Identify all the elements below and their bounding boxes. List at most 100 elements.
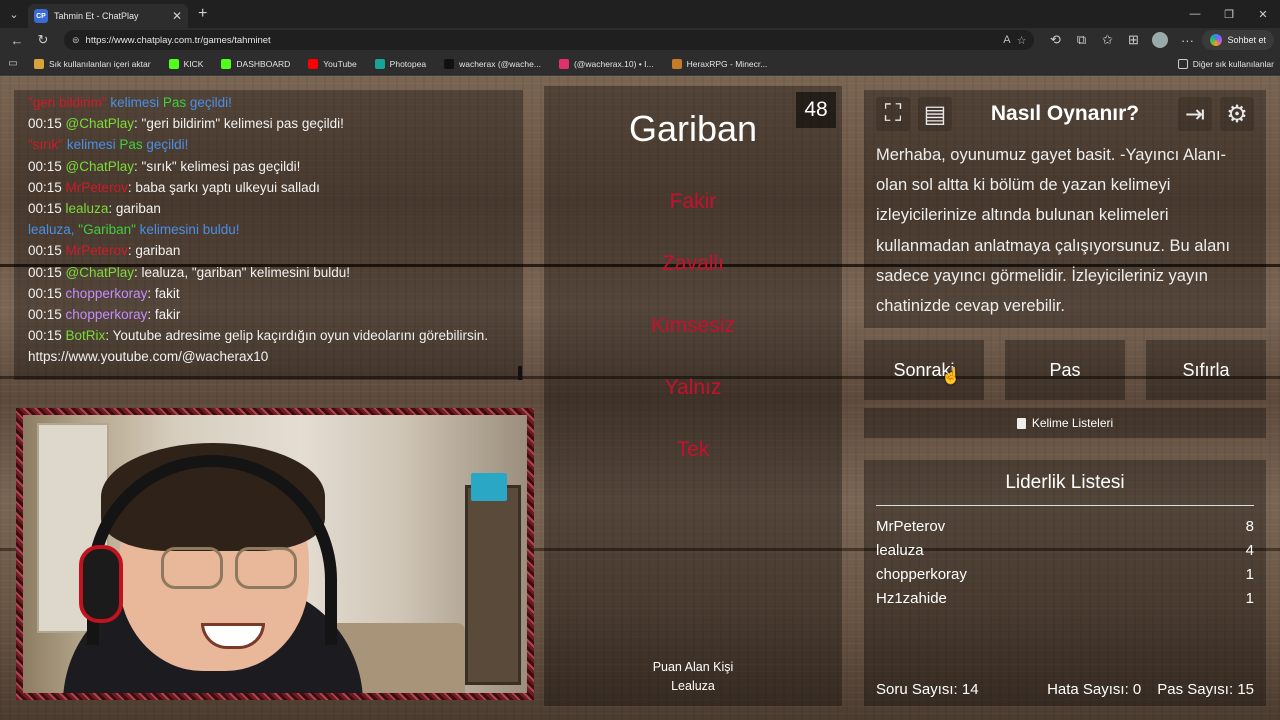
read-aloud-icon[interactable]: A xyxy=(1003,34,1010,46)
logout-icon[interactable]: ⇥ xyxy=(1178,97,1212,131)
more-menu-icon[interactable]: ··· xyxy=(1176,29,1198,51)
webcam-frame xyxy=(16,408,534,700)
fullscreen-icon[interactable]: ⛶ xyxy=(876,97,910,131)
youtube-icon xyxy=(308,58,319,69)
address-bar[interactable]: ⊜ https://www.chatplay.com.tr/games/tahm… xyxy=(64,30,1035,50)
copilot-button[interactable]: Sohbet et xyxy=(1202,30,1274,50)
document-icon[interactable]: ▤ xyxy=(918,97,952,131)
browser-toolbar: ← ↻ ⊜ https://www.chatplay.com.tr/games/… xyxy=(0,28,1280,52)
chat-segment: 00:15 xyxy=(28,307,66,323)
kick-icon xyxy=(221,58,232,69)
taboo-word: Zavallı xyxy=(662,252,724,275)
tiktok-icon xyxy=(444,58,455,69)
back-icon[interactable]: ← xyxy=(6,29,28,51)
bookmark-item[interactable]: wacherax (@wache... xyxy=(444,58,541,69)
folder-icon xyxy=(1177,58,1188,69)
chat-message: 00:15 MrPeterov: gariban xyxy=(28,240,509,261)
chat-segment: BotRix xyxy=(65,328,106,344)
bookmark-item[interactable]: YouTube xyxy=(308,58,357,69)
refresh-icon[interactable]: ↻ xyxy=(32,29,54,51)
new-tab-icon[interactable]: + xyxy=(198,5,207,23)
tab-list-icon[interactable]: ⌄ xyxy=(0,0,28,28)
herax-icon xyxy=(671,58,682,69)
favorite-star-icon[interactable]: ☆ xyxy=(1017,34,1027,47)
player-score: 1 xyxy=(1245,565,1254,583)
bookmarks-bar: ▭ Sık kullanılanları içeri aktar KICK DASH… xyxy=(0,52,1280,76)
chat-panel: "geri bildirim" kelimesi Pas geçildi! 00:… xyxy=(14,90,523,380)
bookmark-item[interactable]: Sık kullanılanları içeri aktar xyxy=(34,58,151,69)
bookmark-item[interactable]: (@wacherax.10) • I... xyxy=(558,58,654,69)
player-name: chopperkoray xyxy=(876,565,967,583)
player-score: 1 xyxy=(1245,589,1254,607)
chat-segment: Pas xyxy=(162,95,187,110)
scorer-name: Lealuza xyxy=(671,679,715,693)
extensions-icon[interactable]: ⟲ xyxy=(1044,29,1066,51)
error-count: Hata Sayısı: 0 xyxy=(1047,681,1142,698)
chat-segment: kelimesi xyxy=(106,95,163,110)
chat-segment: Pas xyxy=(119,137,143,153)
stats-right: Hata Sayısı: 0 Pas Sayısı: 15 xyxy=(1047,681,1254,698)
word-lists-label: Kelime Listeleri xyxy=(1031,416,1114,430)
browser-tab[interactable]: CP Tahmin Et - ChatPlay ✕ xyxy=(28,4,188,28)
leaderboard-title: Liderlik Listesi xyxy=(876,460,1254,506)
split-screen-icon[interactable]: ⧉ xyxy=(1070,29,1092,51)
other-bookmarks[interactable]: Diğer sık kullanılanlar xyxy=(1177,58,1274,69)
chat-segment: : baba şarkı yaptı ulkeyui salladı xyxy=(127,179,320,195)
bookmark-label: Photopea xyxy=(389,58,427,69)
chat-segment: : "sırık" kelimesi pas geçildi! xyxy=(134,158,301,174)
photopea-icon xyxy=(374,58,385,69)
close-window-icon[interactable]: ✕ xyxy=(1246,0,1280,28)
close-tab-icon[interactable]: ✕ xyxy=(172,9,182,23)
word-lists-button[interactable]: Kelime Listeleri xyxy=(864,408,1266,438)
bookmark-item[interactable]: Photopea xyxy=(374,58,427,69)
bookmark-item[interactable]: DASHBOARD xyxy=(221,58,291,69)
chat-segment: @ChatPlay xyxy=(65,116,135,132)
chat-segment: chopperkoray xyxy=(65,307,148,323)
chat-scrollbar[interactable] xyxy=(518,366,522,380)
chat-message: 00:15 MrPeterov: baba şarkı yaptı ulkeyu… xyxy=(28,177,509,198)
scorer-label: Puan Alan Kişi xyxy=(652,660,734,674)
taboo-word: Kimsesiz xyxy=(650,314,735,337)
window-controls: — ❐ ✕ xyxy=(1178,0,1280,28)
bookmark-item[interactable]: KICK xyxy=(168,58,204,69)
reading-mode-icon[interactable]: ▭ xyxy=(6,53,20,75)
favorites-icon[interactable]: ✩ xyxy=(1096,29,1118,51)
player-score: 4 xyxy=(1245,541,1254,559)
chat-segment: kelimesi xyxy=(63,137,120,153)
next-button[interactable]: Sonraki xyxy=(864,340,984,400)
chat-message: 00:15 @ChatPlay: "sırık" kelimesi pas ge… xyxy=(28,156,509,177)
chat-segment: MrPeterov xyxy=(65,179,128,195)
leaderboard-row: lealuza 4 xyxy=(876,538,1254,562)
minimize-icon[interactable]: — xyxy=(1178,0,1212,28)
bookmark-label: KICK xyxy=(183,58,204,69)
chat-segment: @ChatPlay xyxy=(65,264,135,280)
chat-message: lealuza, "Gariban" kelimesini buldu! xyxy=(28,219,509,240)
taboo-word: Tek xyxy=(676,438,710,461)
profile-avatar[interactable] xyxy=(1152,32,1169,48)
chat-segment: 00:15 xyxy=(28,116,66,132)
chat-message: 00:15 BotRix: Youtube adresime gelip kaç… xyxy=(28,325,509,346)
pass-button[interactable]: Pas xyxy=(1005,340,1125,400)
glasses-right xyxy=(235,547,297,589)
bookmark-label: (@wacherax.10) • I... xyxy=(573,58,654,69)
chat-segment: : fakit xyxy=(147,285,180,301)
chat-message: 00:15 @ChatPlay: "geri bildirim" kelimes… xyxy=(28,113,509,134)
reset-button[interactable]: Sıfırla xyxy=(1146,340,1266,400)
chat-segment: "sırık" xyxy=(28,137,64,153)
chat-segment: : "geri bildirim" kelimesi pas geçildi! xyxy=(134,116,344,132)
bookmark-item[interactable]: HeraxRPG - Minecr... xyxy=(671,58,767,69)
chat-segment: lealuza, xyxy=(28,222,79,238)
chat-message: 00:15 lealuza: gariban xyxy=(28,198,509,219)
hand-cursor-icon: ☝ xyxy=(941,368,961,385)
gear-icon[interactable]: ⚙ xyxy=(1220,97,1254,131)
copilot-label: Sohbet et xyxy=(1227,35,1266,45)
collections-icon[interactable]: ⊞ xyxy=(1122,29,1144,51)
leaderboard-list: MrPeterov 8 lealuza 4 chopperkoray 1 Hz1zahide… xyxy=(876,514,1254,610)
site-info-icon[interactable]: ⊜ xyxy=(72,35,80,46)
chat-segment: : lealuza, "gariban" kelimesini buldu! xyxy=(134,264,350,280)
chat-message: "sırık" kelimesi Pas geçildi! xyxy=(28,134,509,155)
chat-segment: 00:15 xyxy=(28,328,66,344)
chat-message: 00:15 chopperkoray: fakir xyxy=(28,304,509,325)
bookmark-label: DASHBOARD xyxy=(236,58,291,69)
restore-icon[interactable]: ❐ xyxy=(1212,0,1246,28)
